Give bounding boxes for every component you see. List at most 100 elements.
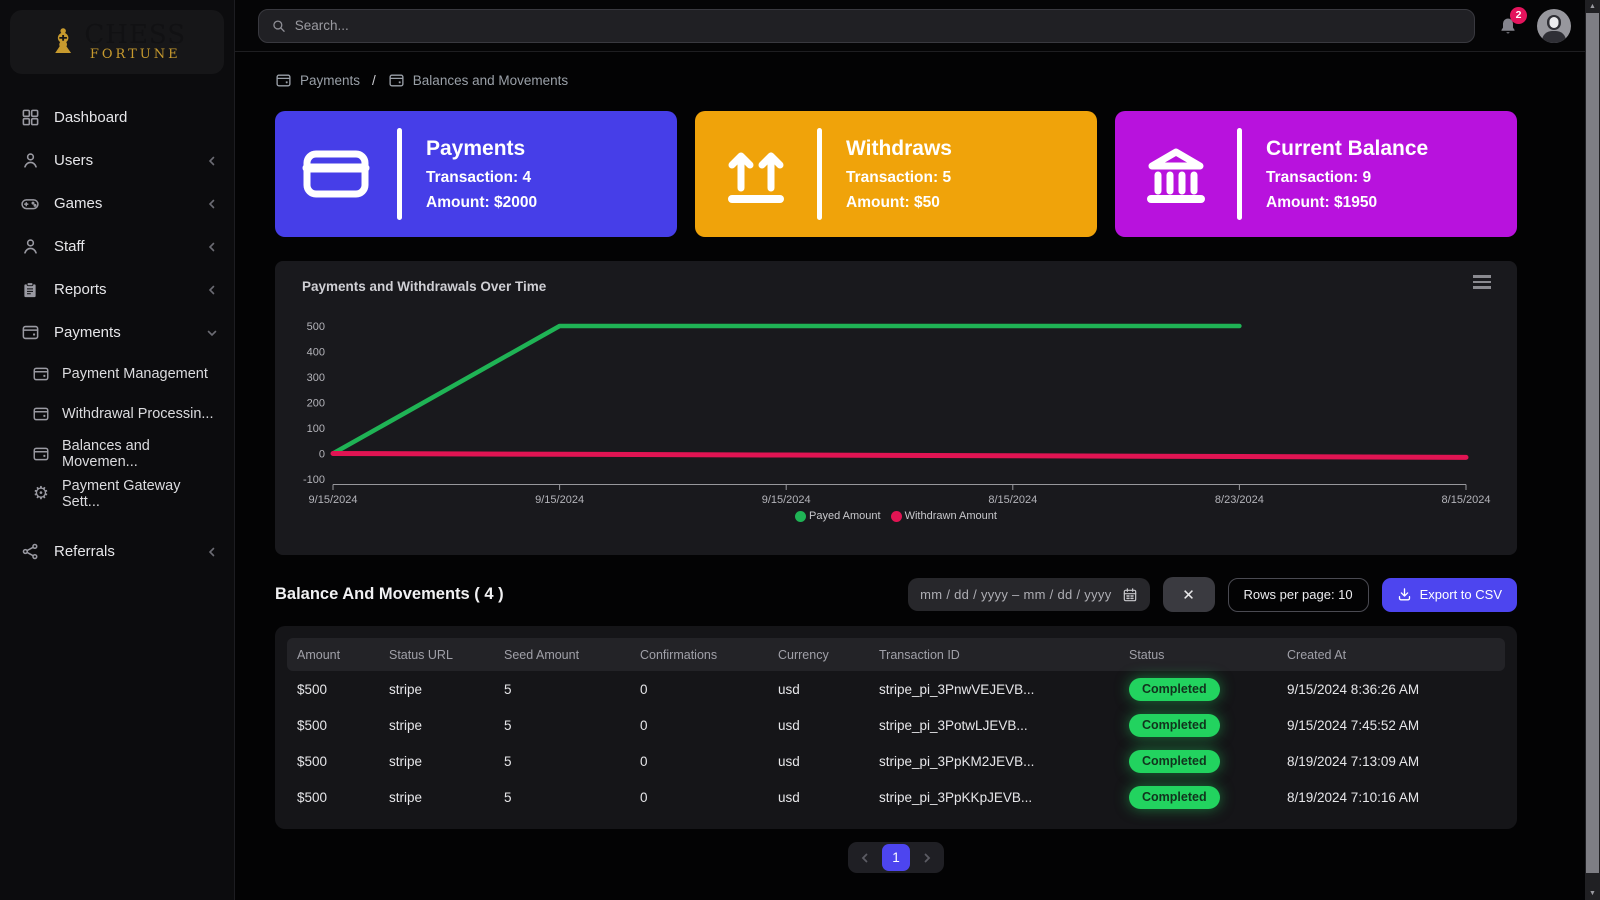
- card-title: Payments: [426, 137, 537, 161]
- cell-confirmations: 0: [640, 790, 778, 805]
- rows-per-page-select[interactable]: Rows per page: 10: [1228, 578, 1369, 612]
- search-input[interactable]: [295, 18, 1462, 33]
- hamburger-menu-icon[interactable]: [1473, 275, 1491, 289]
- sidebar-item-payment-gateway-settings[interactable]: ⚙ Payment Gateway Sett...: [0, 474, 234, 514]
- chart-legend: Payed Amount Withdrawn Amount: [275, 510, 1517, 522]
- table-row[interactable]: $500 stripe 5 0 usd stripe_pi_3PpKKpJEVB…: [287, 779, 1505, 815]
- svg-text:8/23/2024: 8/23/2024: [1215, 494, 1264, 506]
- card-transactions: Transaction: 4: [426, 169, 537, 187]
- search-icon: [271, 18, 287, 34]
- chevron-left-icon: [206, 155, 218, 167]
- payments-submenu: Payment Management Withdrawal Processin.…: [0, 354, 234, 514]
- chevron-down-icon: [206, 327, 218, 339]
- breadcrumb-page: Balances and Movements: [413, 73, 568, 88]
- download-icon: [1397, 587, 1412, 602]
- close-icon: ✕: [1182, 586, 1195, 604]
- sidebar-menu: Dashboard Users Games: [0, 96, 234, 573]
- wallet-icon: [32, 445, 50, 463]
- table-row[interactable]: $500 stripe 5 0 usd stripe_pi_3PnwVEJEVB…: [287, 671, 1505, 707]
- cell-confirmations: 0: [640, 718, 778, 733]
- status-badge: Completed: [1129, 786, 1220, 809]
- sidebar-item-label: Payment Gateway Sett...: [62, 478, 218, 510]
- cell-currency: usd: [778, 682, 879, 697]
- sidebar-item-payment-management[interactable]: Payment Management: [0, 354, 234, 394]
- withdraw-arrows-icon: [695, 144, 817, 204]
- svg-text:300: 300: [307, 372, 325, 384]
- cell-transaction-id: stripe_pi_3PnwVEJEVB...: [879, 682, 1129, 697]
- cell-created-at: 9/15/2024 8:36:26 AM: [1287, 682, 1505, 697]
- scrollbar-down-arrow-icon[interactable]: ▼: [1585, 890, 1600, 897]
- topbar: 2: [235, 0, 1585, 52]
- svg-text:0: 0: [319, 449, 325, 461]
- legend-entry[interactable]: Payed Amount: [795, 510, 881, 522]
- wallet-icon: [275, 72, 292, 89]
- scrollbar-thumb[interactable]: [1586, 13, 1599, 873]
- chevron-left-icon: [206, 241, 218, 253]
- clear-filter-button[interactable]: ✕: [1163, 577, 1215, 612]
- pagination-pill: 1: [848, 842, 944, 873]
- card-title: Current Balance: [1266, 137, 1428, 161]
- breadcrumb-separator: /: [372, 73, 376, 88]
- sidebar-item-withdrawal-processing[interactable]: Withdrawal Processin...: [0, 394, 234, 434]
- export-csv-button[interactable]: Export to CSV: [1382, 578, 1517, 612]
- scrollbar-up-arrow-icon[interactable]: ▲: [1585, 3, 1600, 10]
- breadcrumb-current-page[interactable]: Balances and Movements: [388, 72, 568, 89]
- user-icon: [20, 237, 40, 257]
- wallet-icon: [32, 365, 50, 383]
- credit-card-icon: [275, 146, 397, 202]
- breadcrumb-payments[interactable]: Payments: [275, 72, 360, 89]
- previous-page-button[interactable]: [854, 847, 876, 869]
- chevron-left-icon: [859, 852, 871, 864]
- wallet-icon: [32, 405, 50, 423]
- sidebar-item-games[interactable]: Games: [0, 182, 234, 225]
- calendar-icon: [1122, 587, 1138, 603]
- table-row[interactable]: $500 stripe 5 0 usd stripe_pi_3PotwLJEVB…: [287, 707, 1505, 743]
- chevron-left-icon: [206, 284, 218, 296]
- gamepad-icon: [20, 194, 40, 214]
- svg-text:8/15/2024: 8/15/2024: [988, 494, 1037, 506]
- chevron-right-icon: [921, 852, 933, 864]
- sidebar-item-label: Balances and Movemen...: [62, 438, 218, 470]
- cell-seed: 5: [504, 754, 640, 769]
- cell-created-at: 8/19/2024 7:10:16 AM: [1287, 790, 1505, 805]
- sidebar-item-users[interactable]: Users: [0, 139, 234, 182]
- table-title: Balance And Movements ( 4 ): [275, 585, 908, 604]
- legend-label: Withdrawn Amount: [905, 510, 997, 522]
- sidebar-item-staff[interactable]: Staff: [0, 225, 234, 268]
- vertical-scrollbar[interactable]: ▲ ▼: [1585, 0, 1600, 900]
- sidebar-item-reports[interactable]: Reports: [0, 268, 234, 311]
- table-row[interactable]: $500 stripe 5 0 usd stripe_pi_3PpKM2JEVB…: [287, 743, 1505, 779]
- cell-status-url: stripe: [389, 718, 504, 733]
- sidebar-item-payments[interactable]: Payments: [0, 311, 234, 354]
- cell-amount: $500: [297, 682, 389, 697]
- cell-seed: 5: [504, 682, 640, 697]
- card-amount: Amount: $1950: [1266, 194, 1428, 212]
- col-confirmations: Confirmations: [640, 648, 778, 662]
- brand-logo[interactable]: ♝ CHESS FORTUNE: [10, 10, 224, 74]
- card-transactions: Transaction: 5: [846, 169, 952, 187]
- legend-label: Payed Amount: [809, 510, 881, 522]
- share-nodes-icon: [20, 542, 40, 562]
- sidebar: ♝ CHESS FORTUNE Dashboard Users: [0, 0, 235, 900]
- notifications-button[interactable]: 2: [1493, 11, 1523, 41]
- sidebar-item-label: Payments: [54, 324, 206, 341]
- sidebar-item-balances-and-movements[interactable]: Balances and Movemen...: [0, 434, 234, 474]
- next-page-button[interactable]: [916, 847, 938, 869]
- card-amount: Amount: $2000: [426, 194, 537, 212]
- col-status-url: Status URL: [389, 648, 504, 662]
- avatar[interactable]: [1537, 9, 1571, 43]
- date-range-input[interactable]: mm / dd / yyyy – mm / dd / yyyy: [908, 578, 1149, 611]
- legend-entry[interactable]: Withdrawn Amount: [891, 510, 997, 522]
- brand-name-top: CHESS: [84, 22, 186, 48]
- card-transactions: Transaction: 9: [1266, 169, 1428, 187]
- breadcrumb-section: Payments: [300, 73, 360, 88]
- col-amount: Amount: [297, 648, 389, 662]
- sidebar-item-referrals[interactable]: Referrals: [0, 530, 234, 573]
- page-number-button[interactable]: 1: [882, 844, 910, 871]
- cell-transaction-id: stripe_pi_3PotwLJEVB...: [879, 718, 1129, 733]
- status-badge: Completed: [1129, 750, 1220, 773]
- cell-transaction-id: stripe_pi_3PpKM2JEVB...: [879, 754, 1129, 769]
- sidebar-item-dashboard[interactable]: Dashboard: [0, 96, 234, 139]
- search-bar[interactable]: [258, 9, 1475, 43]
- cell-transaction-id: stripe_pi_3PpKKpJEVB...: [879, 790, 1129, 805]
